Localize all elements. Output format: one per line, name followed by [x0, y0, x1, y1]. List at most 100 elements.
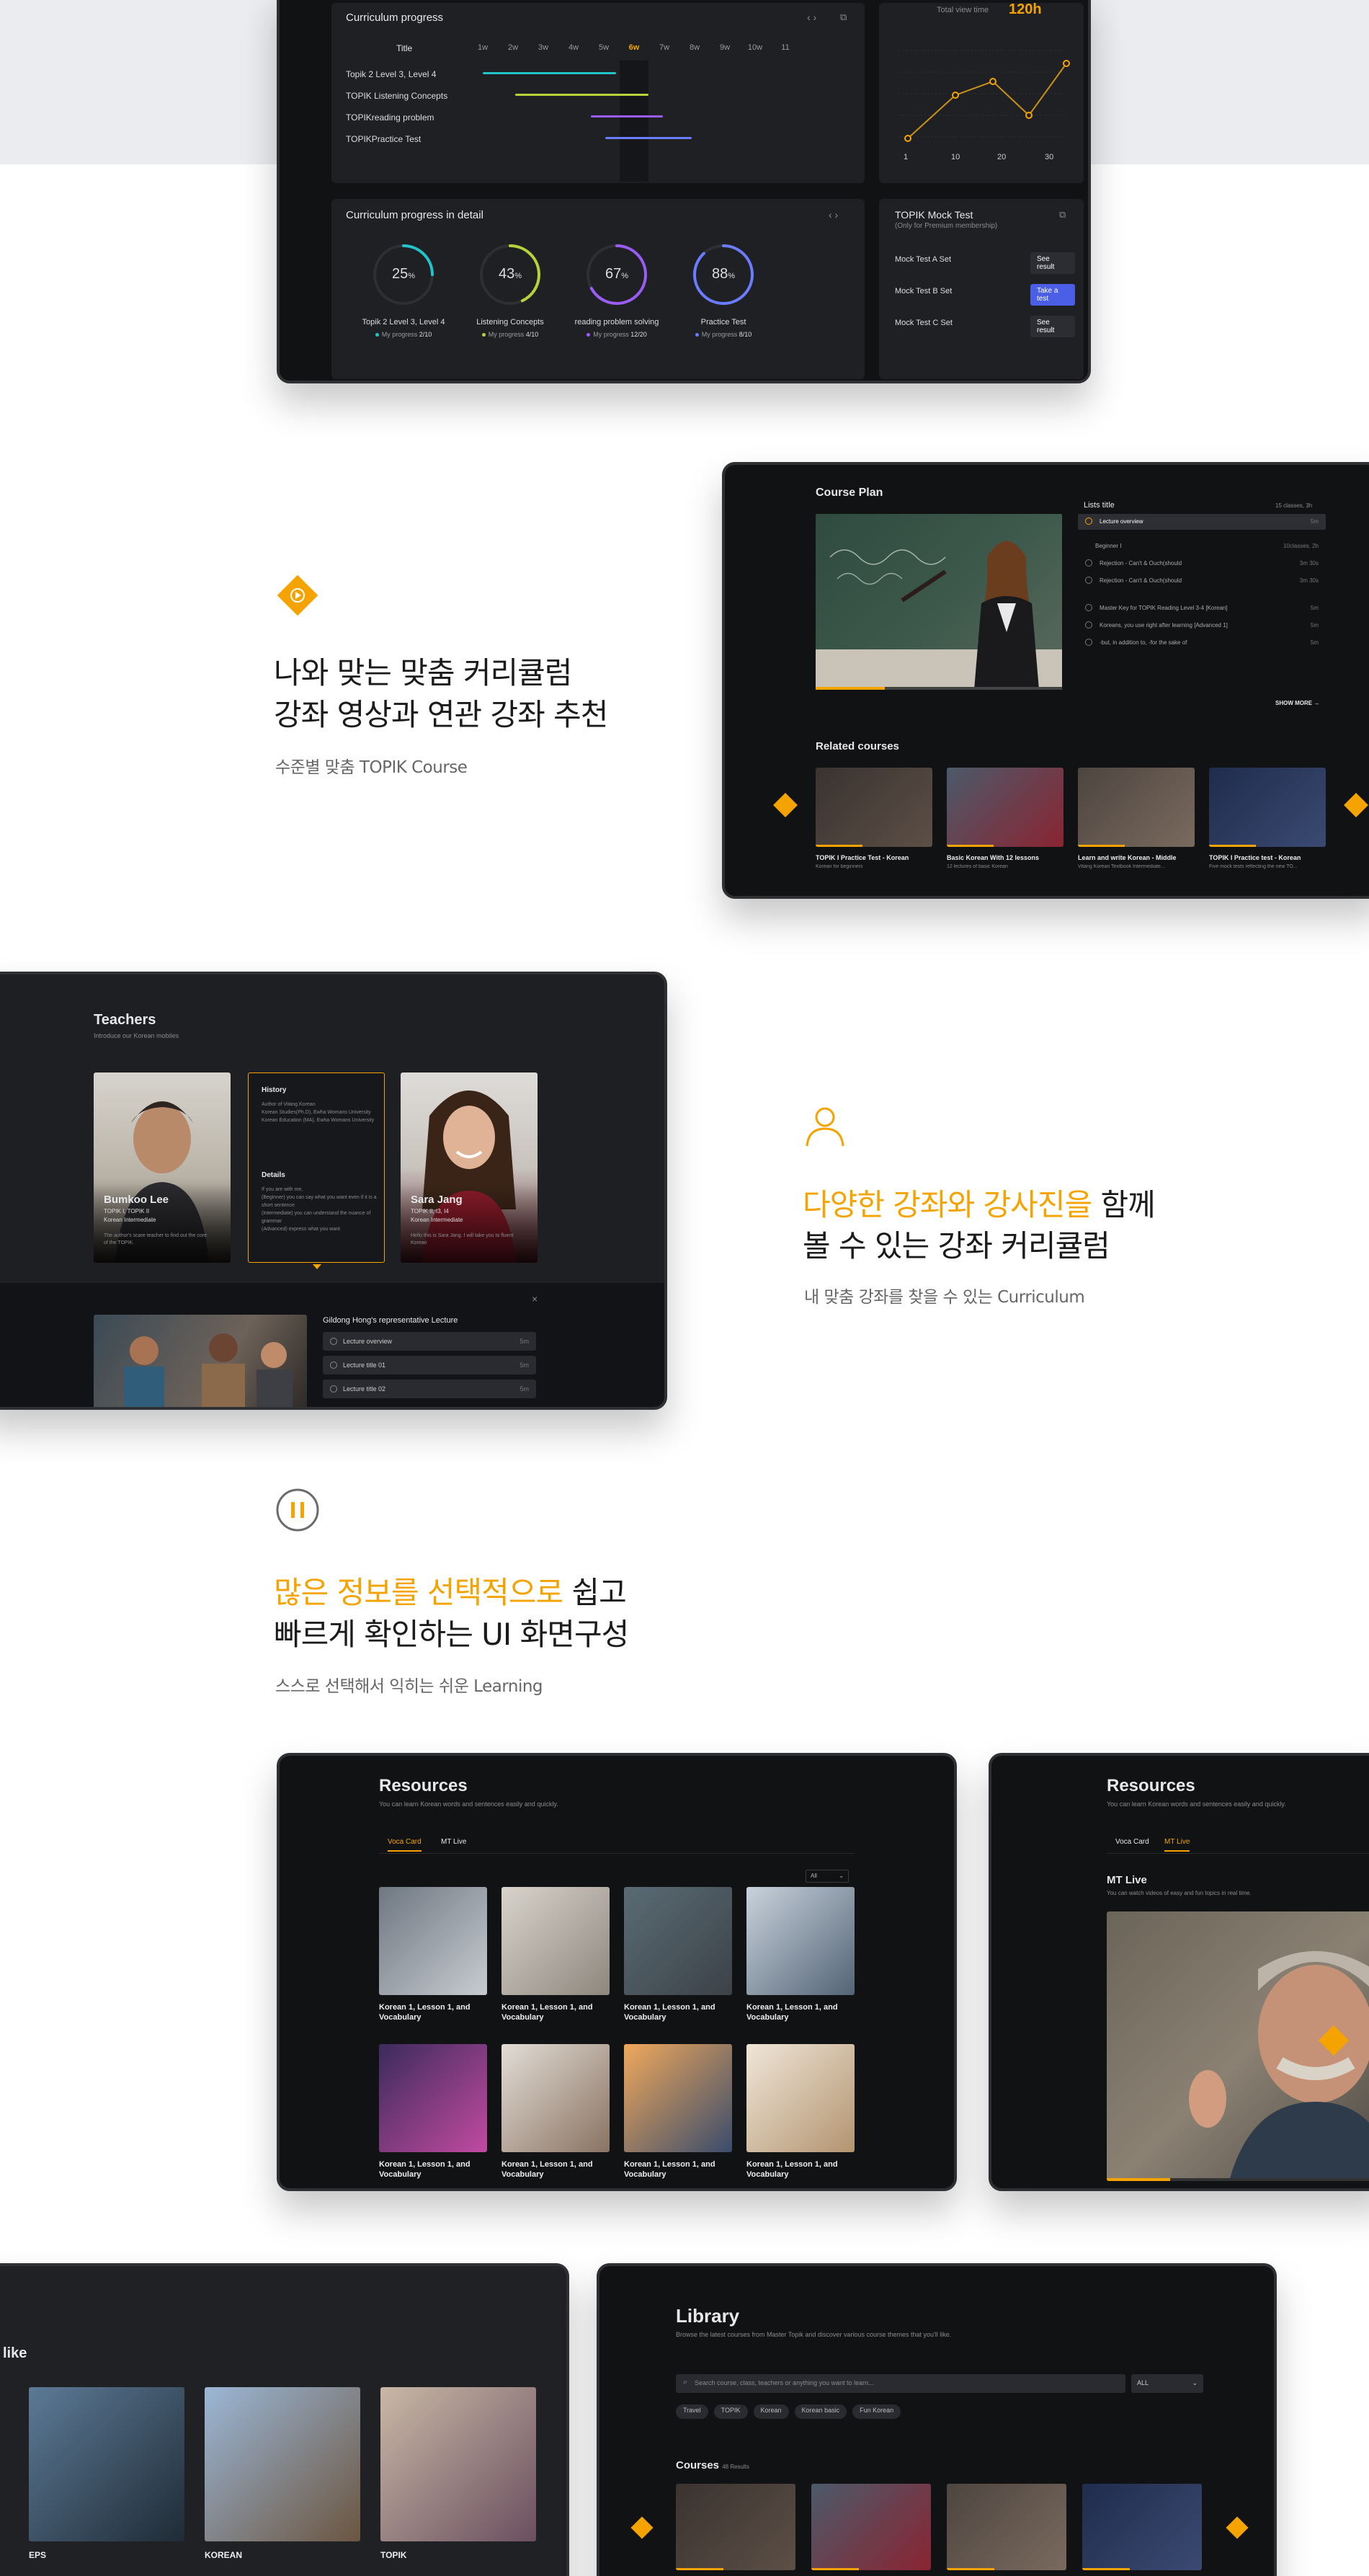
related-prev-button[interactable]: [773, 793, 798, 817]
plan-list-item[interactable]: Lecture overview 5m: [1078, 514, 1326, 530]
library-course-thumb[interactable]: [1082, 2484, 1202, 2570]
show-more-link[interactable]: SHOW MORE →: [1275, 700, 1319, 706]
rep-lesson-list: Lecture overview 5m Lecture title 01 5m Lect…: [323, 1332, 536, 1407]
voca-card[interactable]: Korean 1, Lesson 1, and Vocabulary: [746, 2044, 855, 2188]
tag-chip[interactable]: Korean: [753, 2404, 789, 2419]
teacher-card-3[interactable]: Sara Jang TOPIK II, I3, I4 Korean Interm…: [401, 1072, 538, 1263]
voca-card[interactable]: Korean 1, Lesson 1, and Vocabulary: [624, 2044, 732, 2188]
tab2-voca-card[interactable]: Voca Card: [1115, 1838, 1149, 1846]
teacher-card-1[interactable]: Bumkoo Lee TOPIK I, TOPIK II Korean Inte…: [94, 1072, 231, 1263]
rep-lesson-item[interactable]: Lecture title 02 5m: [323, 1380, 536, 1398]
voca-card[interactable]: Korean 1, Lesson 1, and Vocabulary: [501, 2044, 610, 2188]
feature3-headline-1: 많은 정보를 선택적으로 쉽고: [274, 1572, 627, 1614]
related-thumbnail: [1078, 768, 1195, 847]
related-course-card[interactable]: TOPIK I Practice test - Korean Five mock …: [1209, 768, 1326, 890]
plan-list-item[interactable]: Beginner I 10classes, 2h: [1078, 538, 1326, 554]
plan-list-item[interactable]: Rejection - Can't & Ouch(should 3m 30s: [1078, 573, 1326, 589]
gantt-row-label: TOPIKPractice Test: [346, 134, 422, 144]
view-time-panel: Total view time 120h 1 10 20 30: [879, 1, 1084, 183]
voca-card[interactable]: Korean 1, Lesson 1, and Vocabulary: [624, 1887, 732, 2035]
prev-next-arrows[interactable]: ‹ ›: [807, 12, 816, 23]
like-title: like: [3, 2345, 27, 2361]
progress-ring-card[interactable]: 43% Listening Concepts My progress 4/10: [460, 239, 561, 376]
ring-percent-unit: %: [621, 272, 629, 280]
related-course-card[interactable]: Basic Korean With 12 lessons 12 lectures …: [947, 768, 1063, 890]
rep-lesson-item[interactable]: Lecture title 01 5m: [323, 1356, 536, 1374]
library-next-button[interactable]: [1226, 2516, 1249, 2539]
progress-ring-card[interactable]: 88% Practice Test My progress 8/10: [673, 239, 774, 376]
external-link-icon[interactable]: ⧉: [840, 12, 847, 23]
plan-item-label: Rejection - Can't & Ouch(should: [1100, 560, 1182, 567]
tab-voca-card[interactable]: Voca Card: [388, 1838, 422, 1852]
like-card[interactable]: EPS: [29, 2387, 184, 2575]
like-card[interactable]: KOREAN: [205, 2387, 360, 2575]
gantt-bar[interactable]: [483, 72, 616, 74]
tab-mt-live[interactable]: MT Live: [441, 1838, 466, 1846]
live-progress[interactable]: [1107, 2178, 1369, 2181]
filter-select[interactable]: All ⌄: [806, 1870, 849, 1883]
plan-list-item[interactable]: Koreans, you use right after learning [A…: [1078, 618, 1326, 634]
category-select[interactable]: ALL ⌄: [1131, 2374, 1203, 2393]
ring-mine-label: My progress: [701, 331, 739, 338]
voca-card[interactable]: Korean 1, Lesson 1, and Vocabulary: [379, 2044, 487, 2188]
progress-ring-card[interactable]: 67% reading problem solving My progress 12…: [566, 239, 667, 376]
library-course-thumb[interactable]: [947, 2484, 1066, 2570]
ring-percent-unit: %: [408, 272, 416, 280]
voca-card[interactable]: Korean 1, Lesson 1, and Vocabulary: [746, 1887, 855, 2035]
teacher3-desc: Hello this is Sara Jang. I will take you…: [411, 1233, 514, 1245]
library-prev-button[interactable]: [630, 2516, 654, 2539]
teacher-card-2-detail[interactable]: History Author of Vitang Korean Korean S…: [248, 1072, 385, 1263]
ring-percent-unit: %: [514, 272, 522, 280]
detail-arrows[interactable]: ‹ ›: [829, 209, 838, 221]
gantt-bar[interactable]: [591, 115, 663, 117]
tab2-mt-live[interactable]: MT Live: [1164, 1838, 1190, 1852]
week-label: 7w: [659, 43, 670, 52]
voca-card-caption: Korean 1, Lesson 1, and Vocabulary: [501, 2160, 593, 2179]
gantt-bar[interactable]: [605, 137, 692, 139]
ring-count: 2/10: [419, 331, 432, 338]
related-course-card[interactable]: Learn and write Korean - Middle Vitang Ko…: [1078, 768, 1195, 890]
live-video[interactable]: [1107, 1911, 1369, 2181]
mock-action-button[interactable]: See result: [1030, 252, 1075, 274]
lecture-video[interactable]: [816, 514, 1062, 690]
plan-list-item[interactable]: Master Key for TOPIK Reading Level 3-4 […: [1078, 600, 1326, 616]
tag-chip[interactable]: Travel: [676, 2404, 708, 2419]
like-device: like EPS KOREAN TOPIK: [0, 2263, 569, 2576]
week-label: 10w: [747, 43, 763, 52]
gantt-rows: Topik 2 Level 3, Level 4 TOPIK Listening …: [346, 69, 850, 177]
close-icon[interactable]: ×: [532, 1293, 538, 1305]
tag-chip[interactable]: TOPIK: [713, 2404, 748, 2419]
plan-item-label: Beginner I: [1095, 543, 1122, 549]
rep-lesson-item[interactable]: Lecture overview 5m: [323, 1332, 536, 1351]
play-circle-icon: [1085, 577, 1092, 584]
related-course-card[interactable]: TOPIK I Practice Test - Korean Korean for…: [816, 768, 932, 890]
mock-action-button[interactable]: Take a test: [1030, 284, 1075, 306]
plan-list-item[interactable]: -but, in addition to, -for the sake of 5m: [1078, 635, 1326, 651]
library-course-thumb[interactable]: [676, 2484, 795, 2570]
tag-chip[interactable]: Korean basic: [794, 2404, 847, 2419]
related-course-title: TOPIK I Practice Test - Korean: [816, 854, 909, 861]
search-bar[interactable]: ⌕ Search course, class, teachers or anyt…: [676, 2374, 1125, 2393]
video-progress[interactable]: [816, 687, 1062, 690]
plan-list-item[interactable]: Rejection - Can't & Ouch(should 3m 30s: [1078, 556, 1326, 572]
plan-item-label: Rejection - Can't & Ouch(should: [1100, 577, 1182, 584]
rep-lecture-thumbnail[interactable]: [94, 1315, 307, 1407]
like-card[interactable]: TOPIK: [380, 2387, 536, 2575]
like-card-label: EPS: [29, 2550, 47, 2560]
ring-percent-value: 43: [498, 266, 515, 282]
gantt-bar[interactable]: [515, 94, 648, 96]
view-time-chart: [899, 50, 1070, 142]
progress-ring-card[interactable]: 25% Topik 2 Level 3, Level 4 My progress 2…: [353, 239, 454, 376]
list-meta: 15 classes, 3h: [1275, 502, 1313, 509]
mock-action-button[interactable]: See result: [1030, 316, 1075, 337]
live-title: MT Live: [1107, 1874, 1147, 1886]
voca-card[interactable]: Korean 1, Lesson 1, and Vocabulary: [501, 1887, 610, 2035]
lesson-label: Lecture title 01: [343, 1362, 386, 1369]
ring-count: 4/10: [525, 331, 539, 338]
feature2-headline-2: 볼 수 있는 강좌 커리큘럼: [803, 1228, 1110, 1263]
tag-chip[interactable]: Fun Korean: [852, 2404, 901, 2419]
library-course-thumb[interactable]: [811, 2484, 931, 2570]
mock-link-icon[interactable]: ⧉: [1059, 209, 1066, 221]
play-circle-icon: [1085, 604, 1092, 611]
voca-card[interactable]: Korean 1, Lesson 1, and Vocabulary: [379, 1887, 487, 2035]
